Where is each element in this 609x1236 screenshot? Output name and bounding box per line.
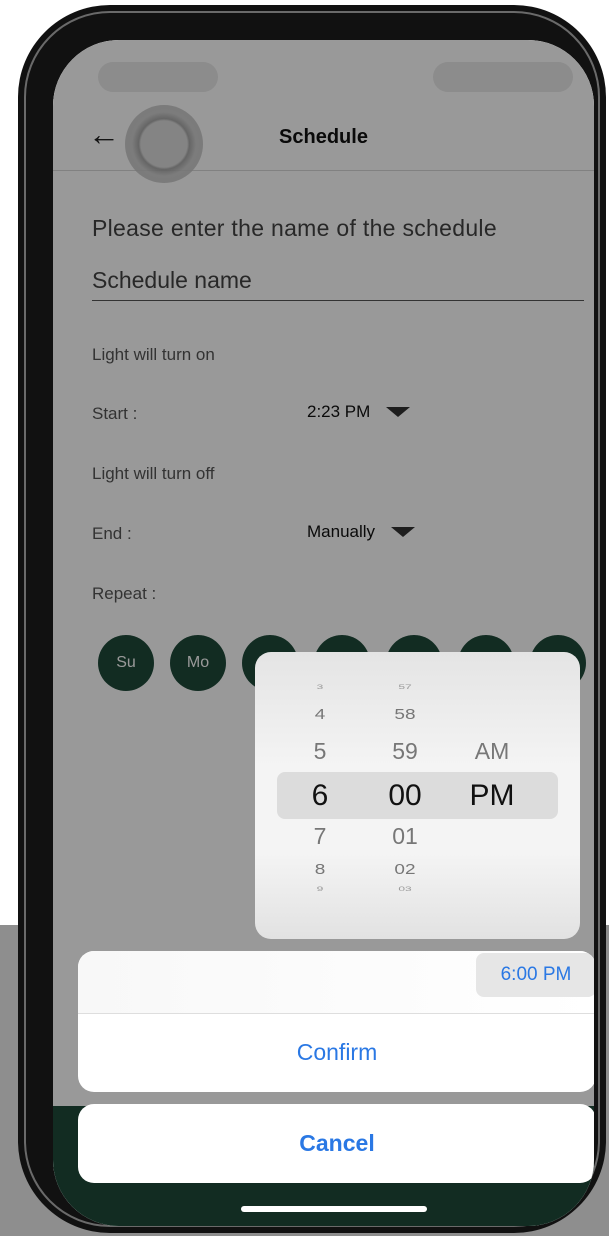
period-option-selected: PM <box>469 779 515 812</box>
hour-option: 3 <box>316 683 324 691</box>
hour-option: 8 <box>314 861 326 878</box>
home-indicator <box>241 1206 427 1212</box>
minute-option: 02 <box>394 861 416 878</box>
cancel-button[interactable]: Cancel <box>78 1104 594 1183</box>
screen: ← Schedule Please enter the name of the … <box>53 40 594 1226</box>
phone-frame: ← Schedule Please enter the name of the … <box>18 5 606 1233</box>
confirm-button[interactable]: Confirm <box>78 1013 594 1092</box>
hour-option-selected: 6 <box>311 779 329 812</box>
minute-option-selected: 00 <box>388 779 422 812</box>
hour-option: 5 <box>313 738 327 764</box>
selected-time-display: 6:00 PM <box>476 953 594 997</box>
minute-option: 59 <box>392 738 418 764</box>
minute-option: 01 <box>392 823 418 849</box>
action-sheet: 6:00 PM Confirm <box>78 951 594 1092</box>
hour-option: 7 <box>313 823 327 849</box>
hour-option: 9 <box>316 885 324 893</box>
time-picker[interactable]: 3 4 5 6 7 8 9 57 58 59 00 01 02 03 AM PM <box>255 652 580 939</box>
hour-option: 4 <box>314 706 326 723</box>
minute-option: 58 <box>394 706 416 723</box>
minute-option: 03 <box>398 885 412 893</box>
selected-time-row: 6:00 PM <box>78 951 594 1014</box>
period-option: AM <box>474 738 510 764</box>
minute-option: 57 <box>398 683 412 691</box>
